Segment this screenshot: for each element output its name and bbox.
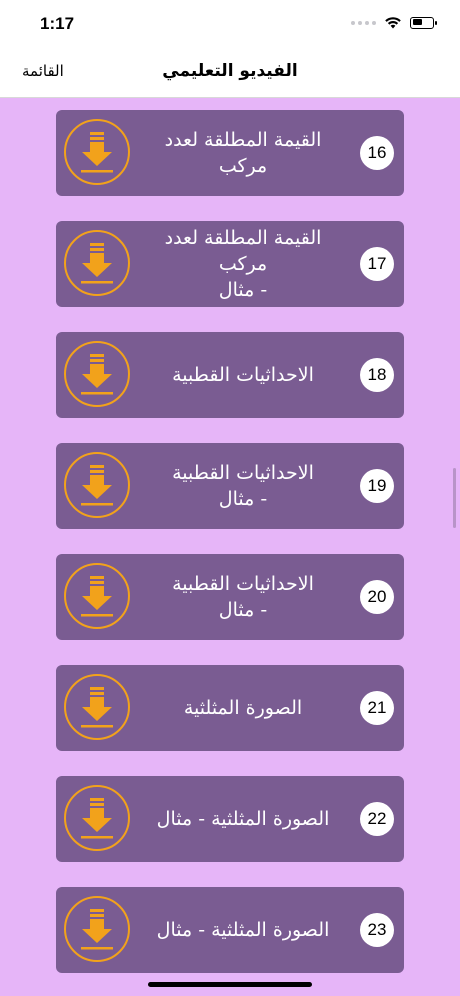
list-item[interactable]: الصورة المثلثية - مثال 22 (56, 776, 404, 862)
download-button[interactable] (64, 563, 130, 629)
download-button[interactable] (64, 230, 130, 296)
download-button[interactable] (64, 785, 130, 851)
status-time: 1:17 (40, 14, 75, 33)
download-button[interactable] (64, 119, 130, 185)
download-button[interactable] (64, 896, 130, 962)
item-number-badge: 21 (360, 691, 394, 725)
download-icon (81, 687, 113, 728)
page-title: الفيديو التعليمي (162, 61, 298, 81)
cellular-signal-icon (351, 20, 376, 25)
item-number-badge: 18 (360, 358, 394, 392)
download-icon (81, 909, 113, 950)
item-title: القيمة المطلقة لعدد مركب - مثال (164, 227, 322, 301)
status-icons (351, 16, 437, 29)
item-number-badge: 17 (360, 247, 394, 281)
list-item[interactable]: الاحداثيات القطبية - مثال 20 (56, 554, 404, 640)
nav-bar: القائمة الفيديو التعليمي (0, 48, 460, 98)
item-title: الاحداثيات القطبية - مثال (172, 573, 314, 621)
download-icon (81, 132, 113, 173)
scroll-indicator[interactable] (453, 468, 456, 528)
item-number-badge: 23 (360, 913, 394, 947)
status-bar: 1:17 (0, 0, 460, 48)
download-button[interactable] (64, 674, 130, 740)
list-item[interactable]: الاحداثيات القطبية 18 (56, 332, 404, 418)
download-button[interactable] (64, 341, 130, 407)
download-icon (81, 465, 113, 506)
home-indicator[interactable] (148, 982, 312, 987)
list-item[interactable]: الاحداثيات القطبية - مثال 19 (56, 443, 404, 529)
download-button[interactable] (64, 452, 130, 518)
list-item[interactable]: الصورة المثلثية - مثال 23 (56, 887, 404, 973)
item-number-badge: 20 (360, 580, 394, 614)
item-title: القيمة المطلقة لعدد مركب (164, 129, 322, 177)
item-number-badge: 19 (360, 469, 394, 503)
item-title: الاحداثيات القطبية (172, 364, 314, 386)
list-item[interactable]: القيمة المطلقة لعدد مركب 16 (56, 110, 404, 196)
item-number-badge: 16 (360, 136, 394, 170)
item-title: الاحداثيات القطبية - مثال (172, 462, 314, 510)
download-icon (81, 798, 113, 839)
item-number-badge: 22 (360, 802, 394, 836)
item-title: الصورة المثلثية (183, 697, 303, 719)
list-item[interactable]: القيمة المطلقة لعدد مركب - مثال 17 (56, 221, 404, 307)
video-list[interactable]: القيمة المطلقة لعدد مركب 16 القيمة المطل… (0, 98, 460, 996)
list-item[interactable]: الصورة المثلثية 21 (56, 665, 404, 751)
battery-icon (410, 16, 437, 29)
download-icon (81, 243, 113, 284)
item-title: الصورة المثلثية - مثال (156, 808, 330, 830)
wifi-icon (385, 17, 401, 29)
download-icon (81, 576, 113, 617)
item-title: الصورة المثلثية - مثال (156, 919, 330, 941)
download-icon (81, 354, 113, 395)
